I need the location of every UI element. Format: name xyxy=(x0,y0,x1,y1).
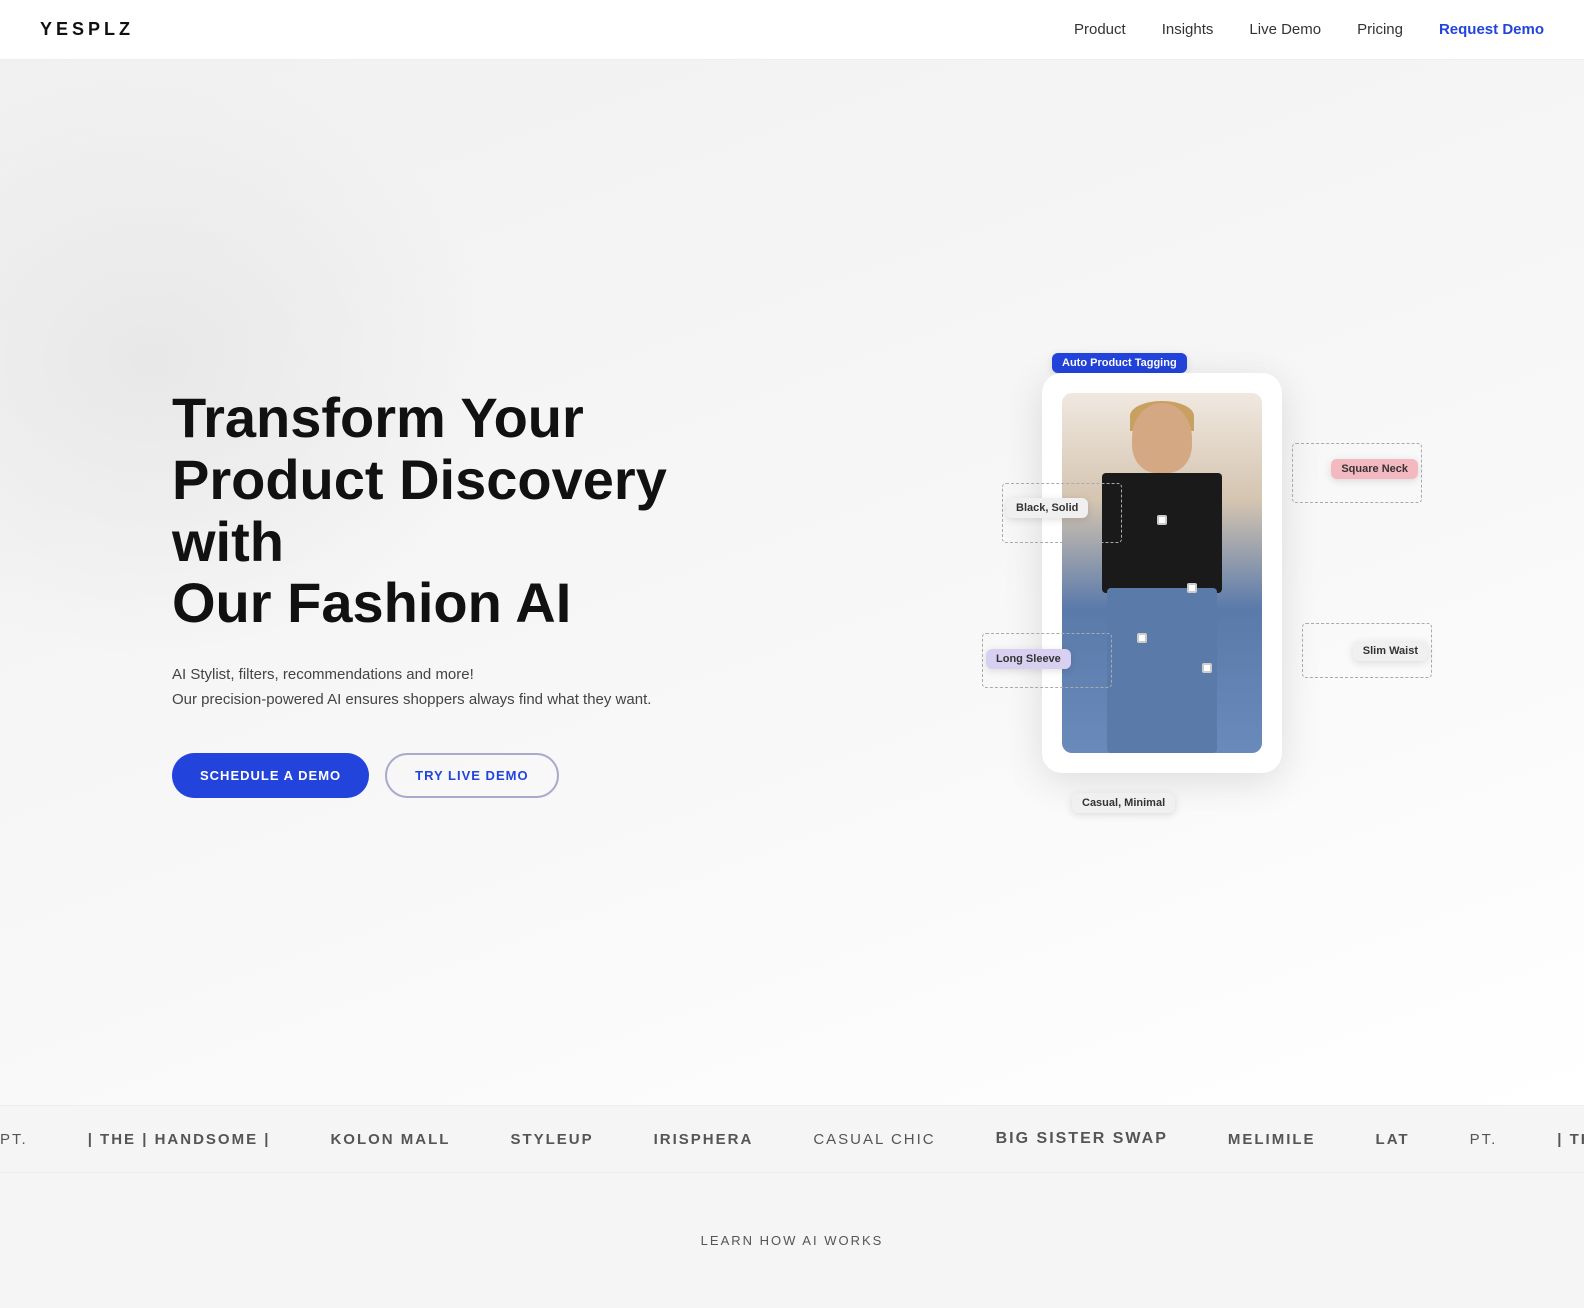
brand-handsome: | THE | HANDSOME | xyxy=(88,1131,271,1148)
nav-live-demo[interactable]: Live Demo xyxy=(1249,21,1321,38)
square-neck-label: Square Neck xyxy=(1331,459,1418,479)
navbar: YESPLZ Product Insights Live Demo Pricin… xyxy=(0,0,1584,60)
dot-marker-3 xyxy=(1137,633,1147,643)
nav-request-demo[interactable]: Request Demo xyxy=(1439,21,1544,38)
dot-marker-4 xyxy=(1202,663,1212,673)
nav-pricing[interactable]: Pricing xyxy=(1357,21,1403,38)
fashion-figure xyxy=(1062,393,1262,753)
slim-waist-label: Slim Waist xyxy=(1353,641,1428,661)
casual-minimal-label: Casual, Minimal xyxy=(1072,793,1175,813)
brands-inner: PT. | THE | HANDSOME | KOLON MALL STYLEU… xyxy=(0,1130,1584,1148)
brand-pt: PT. xyxy=(0,1131,28,1148)
brand-kolon: KOLON MALL xyxy=(330,1131,450,1148)
brand-styleup: STYLEUP xyxy=(510,1131,593,1148)
brand-bigsisterswap: BIG SISTER SWAP xyxy=(996,1130,1168,1148)
jeans xyxy=(1107,588,1217,753)
logo[interactable]: YESPLZ xyxy=(40,19,134,40)
nav-insights[interactable]: Insights xyxy=(1162,21,1214,38)
learn-label[interactable]: LEARN HOW AI WORKS xyxy=(0,1233,1584,1248)
black-solid-label: Black, Solid xyxy=(1006,498,1088,518)
hero-copy: Transform Your Product Discovery with Ou… xyxy=(172,387,692,797)
brand-casualchic: casual chic xyxy=(813,1131,935,1148)
nav-product[interactable]: Product xyxy=(1074,21,1126,38)
hero-subtitle: AI Stylist, filters, recommendations and… xyxy=(172,662,692,713)
brand-irisphera: IRISPHERA xyxy=(654,1131,754,1148)
hero-buttons: SCHEDULE A DEMO TRY LIVE DEMO xyxy=(172,753,692,798)
try-live-demo-button[interactable]: TRY LIVE DEMO xyxy=(385,753,558,798)
head xyxy=(1132,403,1192,473)
long-sleeve-label: Long Sleeve xyxy=(986,649,1071,669)
brand-handsome-2: | THE | HANDSOME | xyxy=(1557,1131,1584,1148)
hero-illustration: Auto Product Tagging Black, Solid xyxy=(992,343,1412,843)
brands-strip: PT. | THE | HANDSOME | KOLON MALL STYLEU… xyxy=(0,1105,1584,1173)
hero-inner: Transform Your Product Discovery with Ou… xyxy=(92,263,1492,903)
brand-melimile: Melimile xyxy=(1228,1131,1316,1148)
shirt xyxy=(1102,473,1222,593)
auto-product-tagging-label: Auto Product Tagging xyxy=(1052,353,1187,373)
brand-pt-2: PT. xyxy=(1470,1131,1498,1148)
nav-links: Product Insights Live Demo Pricing Reque… xyxy=(1074,21,1544,38)
dot-marker-1 xyxy=(1157,515,1167,525)
hero-section: Transform Your Product Discovery with Ou… xyxy=(0,0,1584,1105)
phone-card xyxy=(1042,373,1282,773)
schedule-demo-button[interactable]: SCHEDULE A DEMO xyxy=(172,753,369,798)
dot-marker-2 xyxy=(1187,583,1197,593)
learn-section: LEARN HOW AI WORKS xyxy=(0,1173,1584,1308)
brand-lat: LAT xyxy=(1376,1131,1410,1148)
hero-title: Transform Your Product Discovery with Ou… xyxy=(172,387,692,633)
